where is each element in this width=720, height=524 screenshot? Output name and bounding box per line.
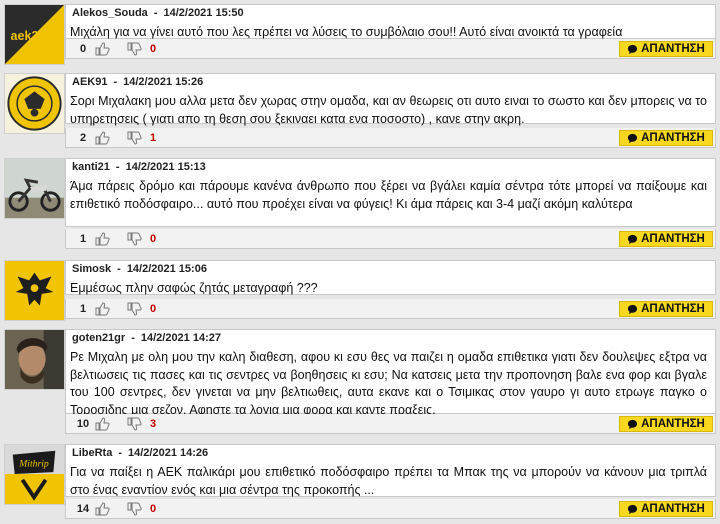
motorbike-photo	[5, 159, 64, 218]
thumbs-down-icon[interactable]	[126, 417, 142, 431]
reply-label: ΑΠΑΝΤΗΣΗ	[641, 303, 705, 315]
thumbs-down-icon[interactable]	[126, 302, 142, 316]
aek-volleyball-crest	[5, 74, 64, 133]
thumbs-down-icon[interactable]	[126, 232, 142, 246]
thumbs-up-icon[interactable]	[94, 42, 110, 56]
comment-text: Για να παίξει η ΑΕΚ παλικάρι μου επιθετι…	[70, 465, 707, 497]
downvote-count: 3	[149, 418, 157, 430]
comment-header: AEK91-14/2/2021 15:26	[72, 76, 204, 88]
reply-label: ΑΠΑΝΤΗΣΗ	[641, 43, 705, 55]
reply-label: ΑΠΑΝΤΗΣΗ	[641, 503, 705, 515]
avatar[interactable]	[4, 260, 65, 321]
thumbs-up-icon[interactable]	[94, 502, 110, 516]
thumbs-down-icon[interactable]	[126, 131, 142, 145]
reply-button[interactable]: ΑΠΑΝΤΗΣΗ	[619, 130, 713, 146]
comment-actions: 14 0 ΑΠΑΝΤΗΣΗ	[65, 499, 716, 519]
username[interactable]: kanti21	[72, 161, 110, 173]
man-photo	[5, 330, 64, 389]
speech-bubble-icon	[628, 234, 638, 244]
timestamp: 14/2/2021 15:13	[125, 161, 206, 173]
reply-button[interactable]: ΑΠΑΝΤΗΣΗ	[619, 301, 713, 317]
comment-body: goten21gr -14/2/2021 14:27 Ρε Μιχαλη με ο…	[65, 329, 716, 417]
comment-body: kanti21-14/2/2021 15:13 Άμα πάρεις δρόμο…	[65, 158, 716, 227]
speech-bubble-icon	[628, 304, 638, 314]
comment-text: Ρε Μιχαλη με ολη μου την καλη διαθεση, α…	[70, 350, 707, 417]
downvote-count: 1	[149, 132, 157, 144]
username[interactable]: goten21gr	[72, 332, 125, 344]
speech-bubble-icon	[628, 504, 638, 514]
downvote-count: 0	[149, 503, 157, 515]
reply-label: ΑΠΑΝΤΗΣΗ	[641, 132, 705, 144]
username[interactable]: Alekos_Souda	[72, 7, 148, 19]
upvote-count: 14	[76, 503, 90, 515]
comment-body: Alekos_Souda -14/2/2021 15:50 Μιχάλη για …	[65, 4, 716, 39]
avatar[interactable]: Mithrip	[4, 444, 65, 505]
downvote-count: 0	[149, 233, 157, 245]
timestamp: 14/2/2021 15:26	[123, 76, 204, 88]
reply-button[interactable]: ΑΠΑΝΤΗΣΗ	[619, 41, 713, 57]
comment-text: Άμα πάρεις δρόμο και πάρουμε κανένα άνθρ…	[70, 179, 707, 211]
comment-body: AEK91-14/2/2021 15:26 Σορι Μιχαλακη μου …	[65, 73, 716, 126]
thumbs-up-icon[interactable]	[94, 131, 110, 145]
timestamp: 14/2/2021 15:50	[163, 7, 244, 19]
aek-eagle-crest	[5, 261, 64, 320]
timestamp: 14/2/2021 15:06	[126, 263, 207, 275]
upvote-count: 10	[76, 418, 90, 430]
thumbs-up-icon[interactable]	[94, 302, 110, 316]
comment-body: LibeRta -14/2/2021 14:26 Για να παίξει η …	[65, 444, 716, 497]
thumbs-down-icon[interactable]	[126, 42, 142, 56]
timestamp: 14/2/2021 14:26	[128, 447, 209, 459]
reply-button[interactable]: ΑΠΑΝΤΗΣΗ	[619, 231, 713, 247]
avatar[interactable]	[4, 73, 65, 134]
comment-header: Alekos_Souda -14/2/2021 15:50	[72, 7, 244, 19]
upvote-count: 1	[79, 233, 87, 245]
reply-button[interactable]: ΑΠΑΝΤΗΣΗ	[619, 416, 713, 432]
avatar[interactable]	[4, 329, 65, 390]
comment-actions: 1 0 ΑΠΑΝΤΗΣΗ	[65, 229, 716, 249]
comment-actions: 2 1 ΑΠΑΝΤΗΣΗ	[65, 128, 716, 148]
comment-header: goten21gr -14/2/2021 14:27	[72, 332, 221, 344]
svg-text:Mithrip: Mithrip	[18, 458, 49, 469]
username[interactable]: AEK91	[72, 76, 107, 88]
reply-label: ΑΠΑΝΤΗΣΗ	[641, 233, 705, 245]
downvote-count: 0	[149, 303, 157, 315]
comment-header: Simosk -14/2/2021 15:06	[72, 263, 207, 275]
comment-header: kanti21-14/2/2021 15:13	[72, 161, 206, 173]
comment-actions: 1 0 ΑΠΑΝΤΗΣΗ	[65, 299, 716, 319]
upvote-count: 1	[79, 303, 87, 315]
username[interactable]: LibeRta	[72, 447, 112, 459]
reply-button[interactable]: ΑΠΑΝΤΗΣΗ	[619, 501, 713, 517]
comment-body: Simosk -14/2/2021 15:06 Εμμέσως πλην σαφώ…	[65, 260, 716, 295]
avatar[interactable]: aek365°	[4, 4, 65, 65]
aek365-logo: aek365°	[5, 5, 64, 64]
comment-actions: 0 0 ΑΠΑΝΤΗΣΗ	[65, 39, 716, 59]
avatar[interactable]	[4, 158, 65, 219]
comment-text: Σορι Μιχαλακη μου αλλα μετα δεν χωρας στ…	[70, 94, 707, 126]
downvote-count: 0	[149, 43, 157, 55]
username[interactable]: Simosk	[72, 263, 111, 275]
speech-bubble-icon	[628, 419, 638, 429]
comment-text: Εμμέσως πλην σαφώς ζητάς μεταγραφή ???	[70, 281, 318, 295]
banner-photo: Mithrip	[5, 445, 64, 504]
svg-text:aek365°: aek365°	[11, 29, 58, 43]
comment-header: LibeRta -14/2/2021 14:26	[72, 447, 209, 459]
timestamp: 14/2/2021 14:27	[140, 332, 221, 344]
thumbs-up-icon[interactable]	[94, 417, 110, 431]
thumbs-up-icon[interactable]	[94, 232, 110, 246]
comment-actions: 10 3 ΑΠΑΝΤΗΣΗ	[65, 414, 716, 434]
speech-bubble-icon	[628, 133, 638, 143]
thumbs-down-icon[interactable]	[126, 502, 142, 516]
upvote-count: 0	[79, 43, 87, 55]
reply-label: ΑΠΑΝΤΗΣΗ	[641, 418, 705, 430]
upvote-count: 2	[79, 132, 87, 144]
speech-bubble-icon	[628, 44, 638, 54]
